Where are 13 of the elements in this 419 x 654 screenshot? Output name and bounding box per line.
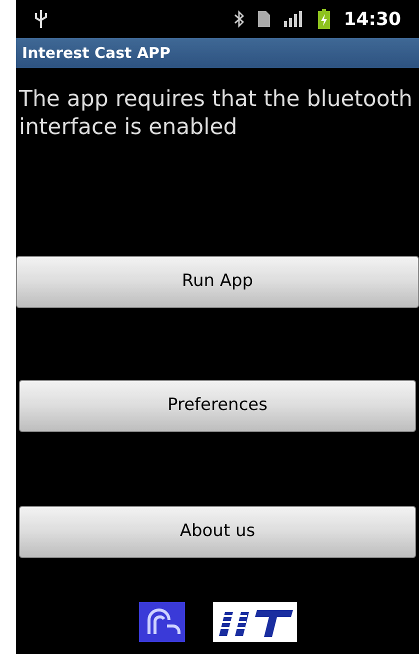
bluetooth-icon bbox=[234, 10, 244, 28]
institute-logo-icon bbox=[138, 602, 184, 642]
clock-time: 14:30 bbox=[344, 8, 401, 32]
signal-icon bbox=[284, 11, 304, 27]
sd-card-icon bbox=[258, 11, 270, 27]
window-title: Interest Cast APP bbox=[22, 42, 171, 64]
usb-icon bbox=[34, 9, 48, 29]
battery-icon bbox=[318, 9, 330, 29]
menu-button[interactable]: Preferences bbox=[19, 380, 416, 432]
menu-button[interactable]: About us bbox=[19, 506, 416, 558]
menu-button[interactable]: Run App bbox=[16, 256, 419, 308]
iit-logo-icon bbox=[212, 602, 296, 642]
message-text: The app requires that the bluetooth interface is enabled bbox=[18, 86, 414, 142]
